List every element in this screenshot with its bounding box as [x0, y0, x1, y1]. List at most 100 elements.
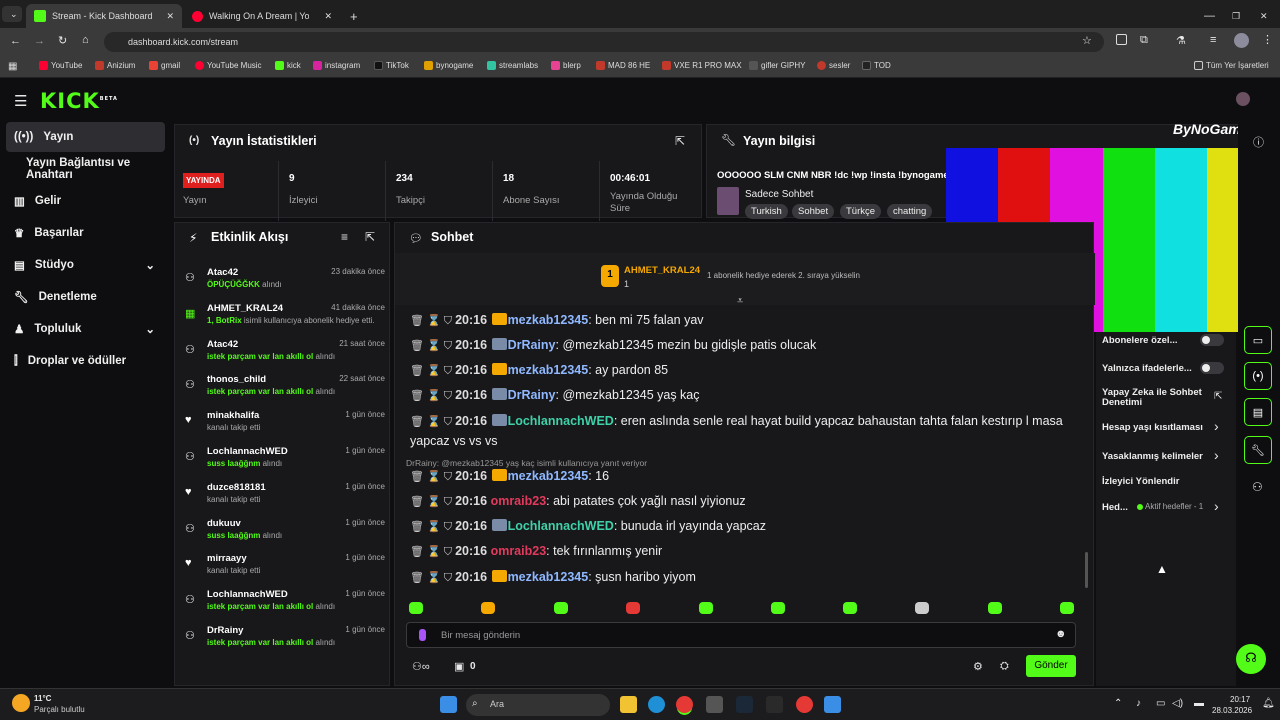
broadcast-icon[interactable]: (•) [1244, 362, 1272, 390]
activity-user[interactable]: mirraayy [207, 553, 247, 564]
chrome-icon[interactable] [676, 696, 693, 713]
filter-icon[interactable]: ≡ [341, 230, 348, 244]
weather-icon[interactable] [12, 694, 30, 712]
message-user[interactable]: omraib23 [491, 544, 547, 558]
app-icon[interactable] [796, 696, 813, 713]
windows-start-icon[interactable] [440, 696, 457, 713]
all-bookmarks[interactable]: Tüm Yer İşaretleri [1194, 61, 1269, 70]
message-user[interactable]: LochlannachWED [508, 519, 614, 533]
message-user[interactable]: DrRainy [508, 338, 556, 352]
mod-icon[interactable]: ⛭ [1000, 660, 1009, 673]
panel-icon[interactable]: ▤ [1244, 398, 1272, 426]
sidebar-item-droplar[interactable]: ⫿ Droplar ve ödüller [6, 346, 165, 376]
menu-icon[interactable]: ⋮ [1262, 33, 1273, 46]
notification-icon[interactable]: 🔔︎ [1262, 698, 1275, 709]
mic-icon[interactable]: ♪ [1136, 698, 1141, 709]
community-icon[interactable]: ⚇ [1252, 480, 1263, 494]
bookmark[interactable]: TikTok [374, 61, 409, 70]
bookmark[interactable]: blerp [551, 61, 581, 70]
bookmark[interactable]: streamlabs [487, 61, 538, 70]
emote-icon[interactable] [988, 602, 1002, 614]
info-icon[interactable]: ⓘ [1253, 134, 1264, 150]
activity-user[interactable]: Atac42 [207, 267, 238, 278]
store-icon[interactable] [706, 696, 723, 713]
emotes-only-toggle[interactable] [1200, 362, 1224, 374]
message-user[interactable]: LochlannachWED [508, 414, 614, 428]
emote-icon[interactable] [409, 602, 423, 614]
sidebar-item-denetleme[interactable]: 🔧︎ Denetleme [6, 282, 165, 312]
collapse-icon[interactable]: ⩡ [737, 295, 743, 308]
mod-actions-icon[interactable]: 🗑 ⌛ ⛉ [410, 572, 455, 584]
emote-icon[interactable] [626, 602, 640, 614]
forward-icon[interactable]: → [34, 35, 45, 47]
chat-scrollbar[interactable] [1085, 552, 1088, 588]
tray-chevron-icon[interactable]: ⌃ [1114, 698, 1122, 709]
bookmark[interactable]: instagram [313, 61, 360, 70]
bookmark[interactable]: VXE R1 PRO MAX [662, 61, 742, 70]
bookmark[interactable]: kick [275, 61, 301, 70]
tab-youtube-music[interactable]: Walking On A Dream | YouT ✕ [184, 4, 340, 28]
subscribers-only-toggle[interactable] [1200, 334, 1224, 346]
tag[interactable]: Türkçe [840, 204, 882, 219]
chat-input[interactable]: Bir mesaj gönderin ☻ [406, 622, 1076, 648]
user-avatar[interactable] [1236, 92, 1250, 106]
emote-icon[interactable] [481, 602, 495, 614]
bookmark[interactable]: YouTube [39, 61, 82, 70]
chat-message[interactable]: 🗑 ⌛ ⛉ 20:16 mezkab12345: şusn haribo yiy… [410, 568, 1080, 588]
bookmark[interactable]: Anizium [95, 61, 135, 70]
tab-search-button[interactable]: ⌄ [2, 6, 22, 22]
media-icon[interactable]: ≡ [1210, 34, 1216, 46]
emote-icon[interactable] [1060, 602, 1074, 614]
activity-user[interactable]: minakhalifa [207, 410, 259, 421]
mod-actions-icon[interactable]: 🗑 ⌛ ⛉ [410, 521, 455, 533]
volume-icon[interactable]: ◁) [1172, 698, 1183, 709]
external-link-icon[interactable]: ⇱ [1214, 391, 1222, 402]
bookmark[interactable]: gmail [149, 61, 180, 70]
activity-user[interactable]: Atac42 [207, 339, 238, 350]
star-icon[interactable]: ☆ [1082, 34, 1092, 47]
minimize-button[interactable]: — [1196, 4, 1223, 28]
close-icon[interactable]: ✕ [324, 11, 332, 22]
mod-actions-icon[interactable]: 🗑 ⌛ ⛉ [410, 416, 455, 428]
hamburger-menu-icon[interactable]: ☰ [14, 92, 27, 110]
mod-actions-icon[interactable]: 🗑 ⌛ ⛉ [410, 390, 455, 402]
chat-message[interactable]: 🗑 ⌛ ⛉ 20:16 LochlannachWED: eren aslında… [410, 412, 1080, 451]
mod-actions-icon[interactable]: 🗑 ⌛ ⛉ [410, 471, 455, 483]
bookmark[interactable]: MAD 86 HE [596, 61, 650, 70]
reload-icon[interactable]: ↻ [58, 34, 67, 47]
activity-user[interactable]: LochlannachWED [207, 589, 288, 600]
tag[interactable]: Turkish [745, 204, 788, 219]
bookmark[interactable]: sesler [817, 61, 850, 70]
sidebar-item-topluluk[interactable]: ♟ Topluluk ⌄ [6, 314, 165, 344]
window-close-button[interactable]: ✕ [1252, 4, 1276, 28]
battery-icon[interactable]: ▬ [1194, 698, 1204, 709]
mod-actions-icon[interactable]: 🗑 ⌛ ⛉ [410, 496, 455, 508]
expand-icon[interactable]: ⇱ [675, 134, 685, 148]
sidebar-item-stream-key[interactable]: Yayın Bağlantısı ve Anahtarı [6, 154, 176, 184]
chat-message[interactable]: 🗑 ⌛ ⛉ 20:16 mezkab12345: ay pardon 85 [410, 361, 1080, 381]
emote-icon[interactable] [554, 602, 568, 614]
emote-icon[interactable] [843, 602, 857, 614]
bookmark[interactable]: bynogame [424, 61, 473, 70]
send-button[interactable]: Gönder [1026, 655, 1076, 677]
expand-icon[interactable]: ⇱ [365, 230, 375, 244]
settings-gear-icon[interactable]: ⚙ [973, 660, 983, 673]
app-icon[interactable] [824, 696, 841, 713]
chat-message[interactable]: 🗑 ⌛ ⛉ 20:16 omraib23: abi patates çok ya… [410, 492, 1080, 512]
gift-icon[interactable]: ▣ [454, 660, 464, 673]
mod-actions-icon[interactable]: 🗑 ⌛ ⛉ [410, 340, 455, 352]
emote-icon[interactable] [771, 602, 785, 614]
home-icon[interactable]: ⌂ [82, 34, 89, 46]
close-icon[interactable]: ✕ [166, 11, 174, 22]
extension-icon[interactable] [1116, 34, 1127, 45]
bookmark[interactable]: YouTube Music [195, 61, 262, 70]
network-icon[interactable]: ▭ [1156, 698, 1165, 709]
chat-message[interactable]: 🗑 ⌛ ⛉ 20:16 LochlannachWED: bunuda irl y… [410, 517, 1080, 537]
url-input[interactable]: dashboard.kick.com/stream [104, 32, 1104, 52]
chat-message[interactable]: 🗑 ⌛ ⛉ 20:16 DrRainy: @mezkab12345 mezin … [410, 336, 1080, 356]
support-chat-button[interactable]: ☊ [1236, 644, 1266, 674]
activity-user[interactable]: AHMET_KRAL24 [207, 303, 283, 314]
steam-icon[interactable] [736, 696, 753, 713]
profile-avatar[interactable] [1234, 33, 1249, 48]
file-explorer-icon[interactable] [620, 696, 637, 713]
